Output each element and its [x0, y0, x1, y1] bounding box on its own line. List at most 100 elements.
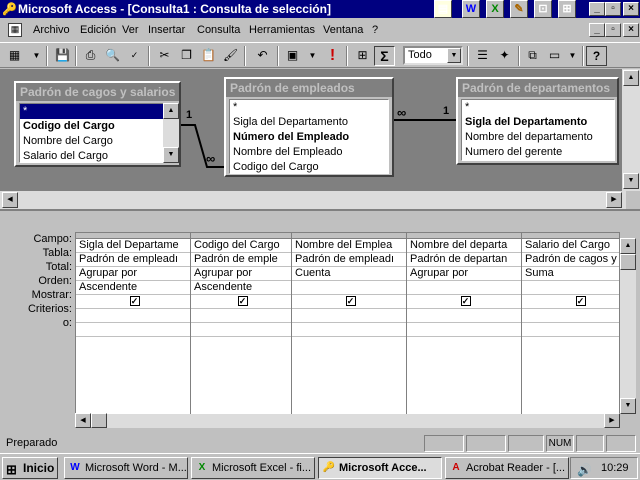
spelling-icon[interactable]: ✓: [124, 46, 145, 66]
show-checkbox[interactable]: ✓: [460, 296, 471, 306]
show-checkbox[interactable]: ✓: [237, 296, 248, 306]
cell-total[interactable]: Suma: [522, 267, 619, 281]
cell-total[interactable]: Agrupar por: [76, 267, 190, 281]
show-checkbox[interactable]: ✓: [345, 296, 356, 306]
join-line-cargo[interactable]: [181, 124, 224, 168]
task-excel[interactable]: X Microsoft Excel - fi...: [191, 457, 315, 479]
clock[interactable]: 10:29: [601, 462, 629, 474]
menu-insertar[interactable]: Insertar: [148, 24, 185, 36]
restore-button[interactable]: ▫: [605, 2, 621, 16]
cell-tabla[interactable]: Padrón de empleadı: [292, 253, 406, 267]
cell-o[interactable]: [292, 323, 406, 337]
doc-close-button[interactable]: ×: [623, 23, 639, 37]
scroll-right-icon[interactable]: ▶: [604, 413, 620, 428]
cell-campo[interactable]: Salario del Cargo: [522, 239, 619, 253]
grid-column[interactable]: Nombre del departa Padrón de departan Ag…: [407, 233, 522, 427]
task-word[interactable]: W Microsoft Word - M...: [64, 457, 188, 479]
menu-edicion[interactable]: Edición: [80, 24, 116, 36]
scroll-up-icon[interactable]: ▲: [623, 70, 639, 86]
chevron-down-icon[interactable]: ▼: [447, 48, 461, 63]
grid-column[interactable]: Codigo del Cargo Padrón de emple Agrupar…: [191, 233, 292, 427]
cell-orden[interactable]: [292, 281, 406, 295]
view-icon[interactable]: ▦: [4, 46, 25, 66]
cell-tabla[interactable]: Padrón de departan: [407, 253, 521, 267]
undo-icon[interactable]: ↶: [252, 46, 273, 66]
doc-restore-button[interactable]: ▫: [605, 23, 621, 37]
start-button[interactable]: ⊞ Inicio: [2, 457, 58, 479]
new-object-dropdown-icon[interactable]: ▼: [562, 46, 583, 66]
doc-minimize-button[interactable]: _: [589, 23, 605, 37]
grid-column[interactable]: Salario del Cargo Padrón de cagos y s Su…: [522, 233, 619, 427]
scroll-up-icon[interactable]: ▲: [620, 238, 636, 254]
build-icon[interactable]: ✦: [494, 46, 515, 66]
properties-icon[interactable]: ☰: [472, 46, 493, 66]
cell-total[interactable]: Cuenta: [292, 267, 406, 281]
totals-sigma-icon[interactable]: Σ: [374, 46, 395, 66]
cut-icon[interactable]: ✂: [154, 46, 175, 66]
menu-ver[interactable]: Ver: [122, 24, 139, 36]
speaker-icon[interactable]: 🔊: [577, 460, 592, 480]
word-icon[interactable]: W: [462, 0, 480, 18]
cell-tabla[interactable]: Padrón de cagos y s: [522, 253, 619, 267]
grid-column[interactable]: Sigla del Departame Padrón de empleadı A…: [76, 233, 191, 427]
cell-criterios[interactable]: [522, 309, 619, 323]
binder-icon[interactable]: ⊡: [534, 0, 552, 18]
close-button[interactable]: ×: [623, 2, 639, 16]
grid-column[interactable]: Nombre del Emplea Padrón de empleadı Cue…: [292, 233, 407, 427]
task-acrobat[interactable]: A Acrobat Reader - [...: [445, 457, 569, 479]
cell-criterios[interactable]: [76, 309, 190, 323]
cell-campo[interactable]: Sigla del Departame: [76, 239, 190, 253]
office-icon[interactable]: ⊞: [558, 0, 576, 18]
format-painter-icon[interactable]: 🖌: [220, 46, 241, 66]
show-checkbox[interactable]: ✓: [129, 296, 140, 306]
scroll-thumb[interactable]: [620, 254, 636, 270]
document-icon[interactable]: ▦: [8, 23, 22, 37]
access-key-icon[interactable]: 🔑: [2, 2, 17, 16]
query-type-icon[interactable]: ▣: [282, 46, 303, 66]
grid-horizontal-scrollbar[interactable]: ◀ ▶: [75, 413, 620, 428]
run-icon[interactable]: !: [322, 46, 343, 66]
cell-tabla[interactable]: Padrón de empleadı: [76, 253, 190, 267]
cell-o[interactable]: [76, 323, 190, 337]
cell-orden[interactable]: Ascendente: [191, 281, 291, 295]
cell-tabla[interactable]: Padrón de emple: [191, 253, 291, 267]
cell-mostrar[interactable]: ✓: [292, 295, 406, 309]
save-icon[interactable]: 💾: [52, 46, 73, 66]
scroll-left-icon[interactable]: ◀: [75, 413, 91, 428]
cell-o[interactable]: [522, 323, 619, 337]
scroll-thumb[interactable]: [91, 413, 107, 428]
task-access[interactable]: 🔑 Microsoft Acce...: [318, 457, 442, 479]
cell-orden[interactable]: [407, 281, 521, 295]
scroll-down-icon[interactable]: ▼: [620, 398, 636, 414]
help-icon[interactable]: ?: [586, 46, 607, 66]
cell-total[interactable]: Agrupar por: [407, 267, 521, 281]
horizontal-scrollbar[interactable]: ◀ ▶: [0, 191, 626, 209]
print-icon[interactable]: ⎙: [80, 46, 101, 66]
cell-mostrar[interactable]: ✓: [191, 295, 291, 309]
query-type-dropdown-icon[interactable]: ▼: [302, 46, 323, 66]
cell-campo[interactable]: Codigo del Cargo: [191, 239, 291, 253]
cell-criterios[interactable]: [407, 309, 521, 323]
show-checkbox[interactable]: ✓: [575, 296, 586, 306]
access-icon[interactable]: ✎: [510, 0, 528, 18]
upper-vertical-scrollbar[interactable]: ▲ ▼: [622, 69, 640, 191]
menu-herramientas[interactable]: Herramientas: [249, 24, 315, 36]
scroll-right-icon[interactable]: ▶: [606, 192, 622, 208]
cell-orden[interactable]: Ascendente: [76, 281, 190, 295]
grid-vertical-scrollbar[interactable]: ▲ ▼: [620, 238, 636, 414]
print-preview-icon[interactable]: 🔍: [102, 46, 123, 66]
cell-mostrar[interactable]: ✓: [522, 295, 619, 309]
scroll-left-icon[interactable]: ◀: [2, 192, 18, 208]
view-dropdown-icon[interactable]: ▼: [26, 46, 47, 66]
menu-help[interactable]: ?: [372, 24, 378, 36]
cell-total[interactable]: Agrupar por: [191, 267, 291, 281]
copy-icon[interactable]: ❐: [176, 46, 197, 66]
menu-archivo[interactable]: Archivo: [33, 24, 70, 36]
cell-campo[interactable]: Nombre del Emplea: [292, 239, 406, 253]
scroll-down-icon[interactable]: ▼: [623, 173, 639, 189]
cell-criterios[interactable]: [191, 309, 291, 323]
pane-splitter[interactable]: [0, 209, 640, 224]
cell-mostrar[interactable]: ✓: [407, 295, 521, 309]
minimize-button[interactable]: _: [589, 2, 605, 16]
excel-icon[interactable]: X: [486, 0, 504, 18]
